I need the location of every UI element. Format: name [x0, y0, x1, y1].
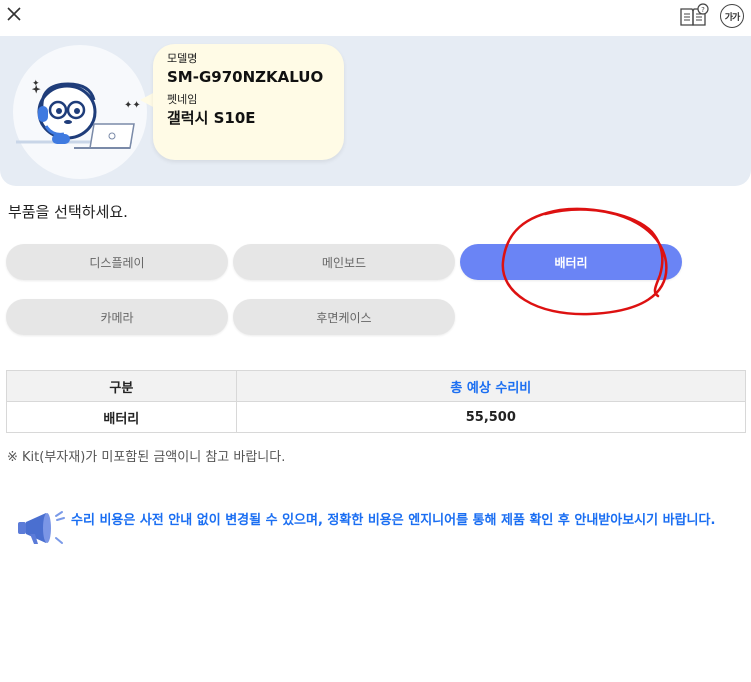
- part-button-label: 카메라: [100, 310, 134, 325]
- row-category: 배터리: [6, 401, 237, 433]
- svg-text:✦✦: ✦✦: [124, 100, 141, 111]
- model-value: SM-G970NZKALUO: [167, 68, 324, 86]
- header-category: 구분: [6, 370, 237, 402]
- mascot-illustration: ✦✦ ✦: [12, 44, 148, 180]
- petname-value: 갤럭시 S10E: [167, 109, 256, 127]
- close-icon[interactable]: [4, 4, 24, 24]
- svg-text:✦: ✦: [32, 79, 40, 89]
- speech-bubble: 모델명 SM-G970NZKALUO 펫네임 갤럭시 S10E: [153, 44, 344, 160]
- table-row: 배터리 55,500: [6, 401, 747, 433]
- part-button-camera[interactable]: 카메라: [6, 299, 228, 335]
- top-bar: ? 가가: [0, 0, 751, 36]
- part-select-title: 부품을 선택하세요.: [8, 203, 128, 221]
- part-button-label: 배터리: [554, 255, 588, 270]
- table-header-row: 구분 총 예상 수리비: [6, 370, 747, 402]
- kit-note: ※ Kit(부자재)가 미포함된 금액이니 참고 바랍니다.: [7, 450, 286, 465]
- part-button-display[interactable]: 디스플레이: [6, 244, 228, 280]
- model-label: 모델명: [167, 52, 198, 65]
- part-button-label: 메인보드: [321, 255, 367, 270]
- manual-book-icon[interactable]: ?: [678, 3, 710, 27]
- notice-text: 수리 비용은 사전 안내 없이 변경될 수 있으며, 정확한 비용은 엔지니어를…: [71, 513, 716, 528]
- price-notice: 수리 비용은 사전 안내 없이 변경될 수 있으며, 정확한 비용은 엔지니어를…: [16, 508, 736, 552]
- font-size-button[interactable]: 가가: [720, 4, 744, 28]
- cost-table: 구분 총 예상 수리비 배터리 55,500: [6, 370, 747, 433]
- part-button-battery[interactable]: 배터리: [460, 244, 682, 280]
- megaphone-icon: [16, 510, 68, 548]
- petname-label: 펫네임: [167, 93, 198, 106]
- svg-text:?: ?: [701, 6, 705, 14]
- row-cost: 55,500: [235, 401, 747, 433]
- part-button-back-case[interactable]: 후면케이스: [233, 299, 455, 335]
- part-button-mainboard[interactable]: 메인보드: [233, 244, 455, 280]
- part-button-label: 디스플레이: [89, 255, 145, 270]
- header-total-cost: 총 예상 수리비: [235, 370, 747, 402]
- font-size-label: 가가: [724, 12, 741, 23]
- part-button-label: 후면케이스: [316, 310, 372, 325]
- device-info-panel: ✦✦ ✦ 모델명 SM-G970NZKALUO 펫네임 갤럭시 S10E: [0, 36, 751, 186]
